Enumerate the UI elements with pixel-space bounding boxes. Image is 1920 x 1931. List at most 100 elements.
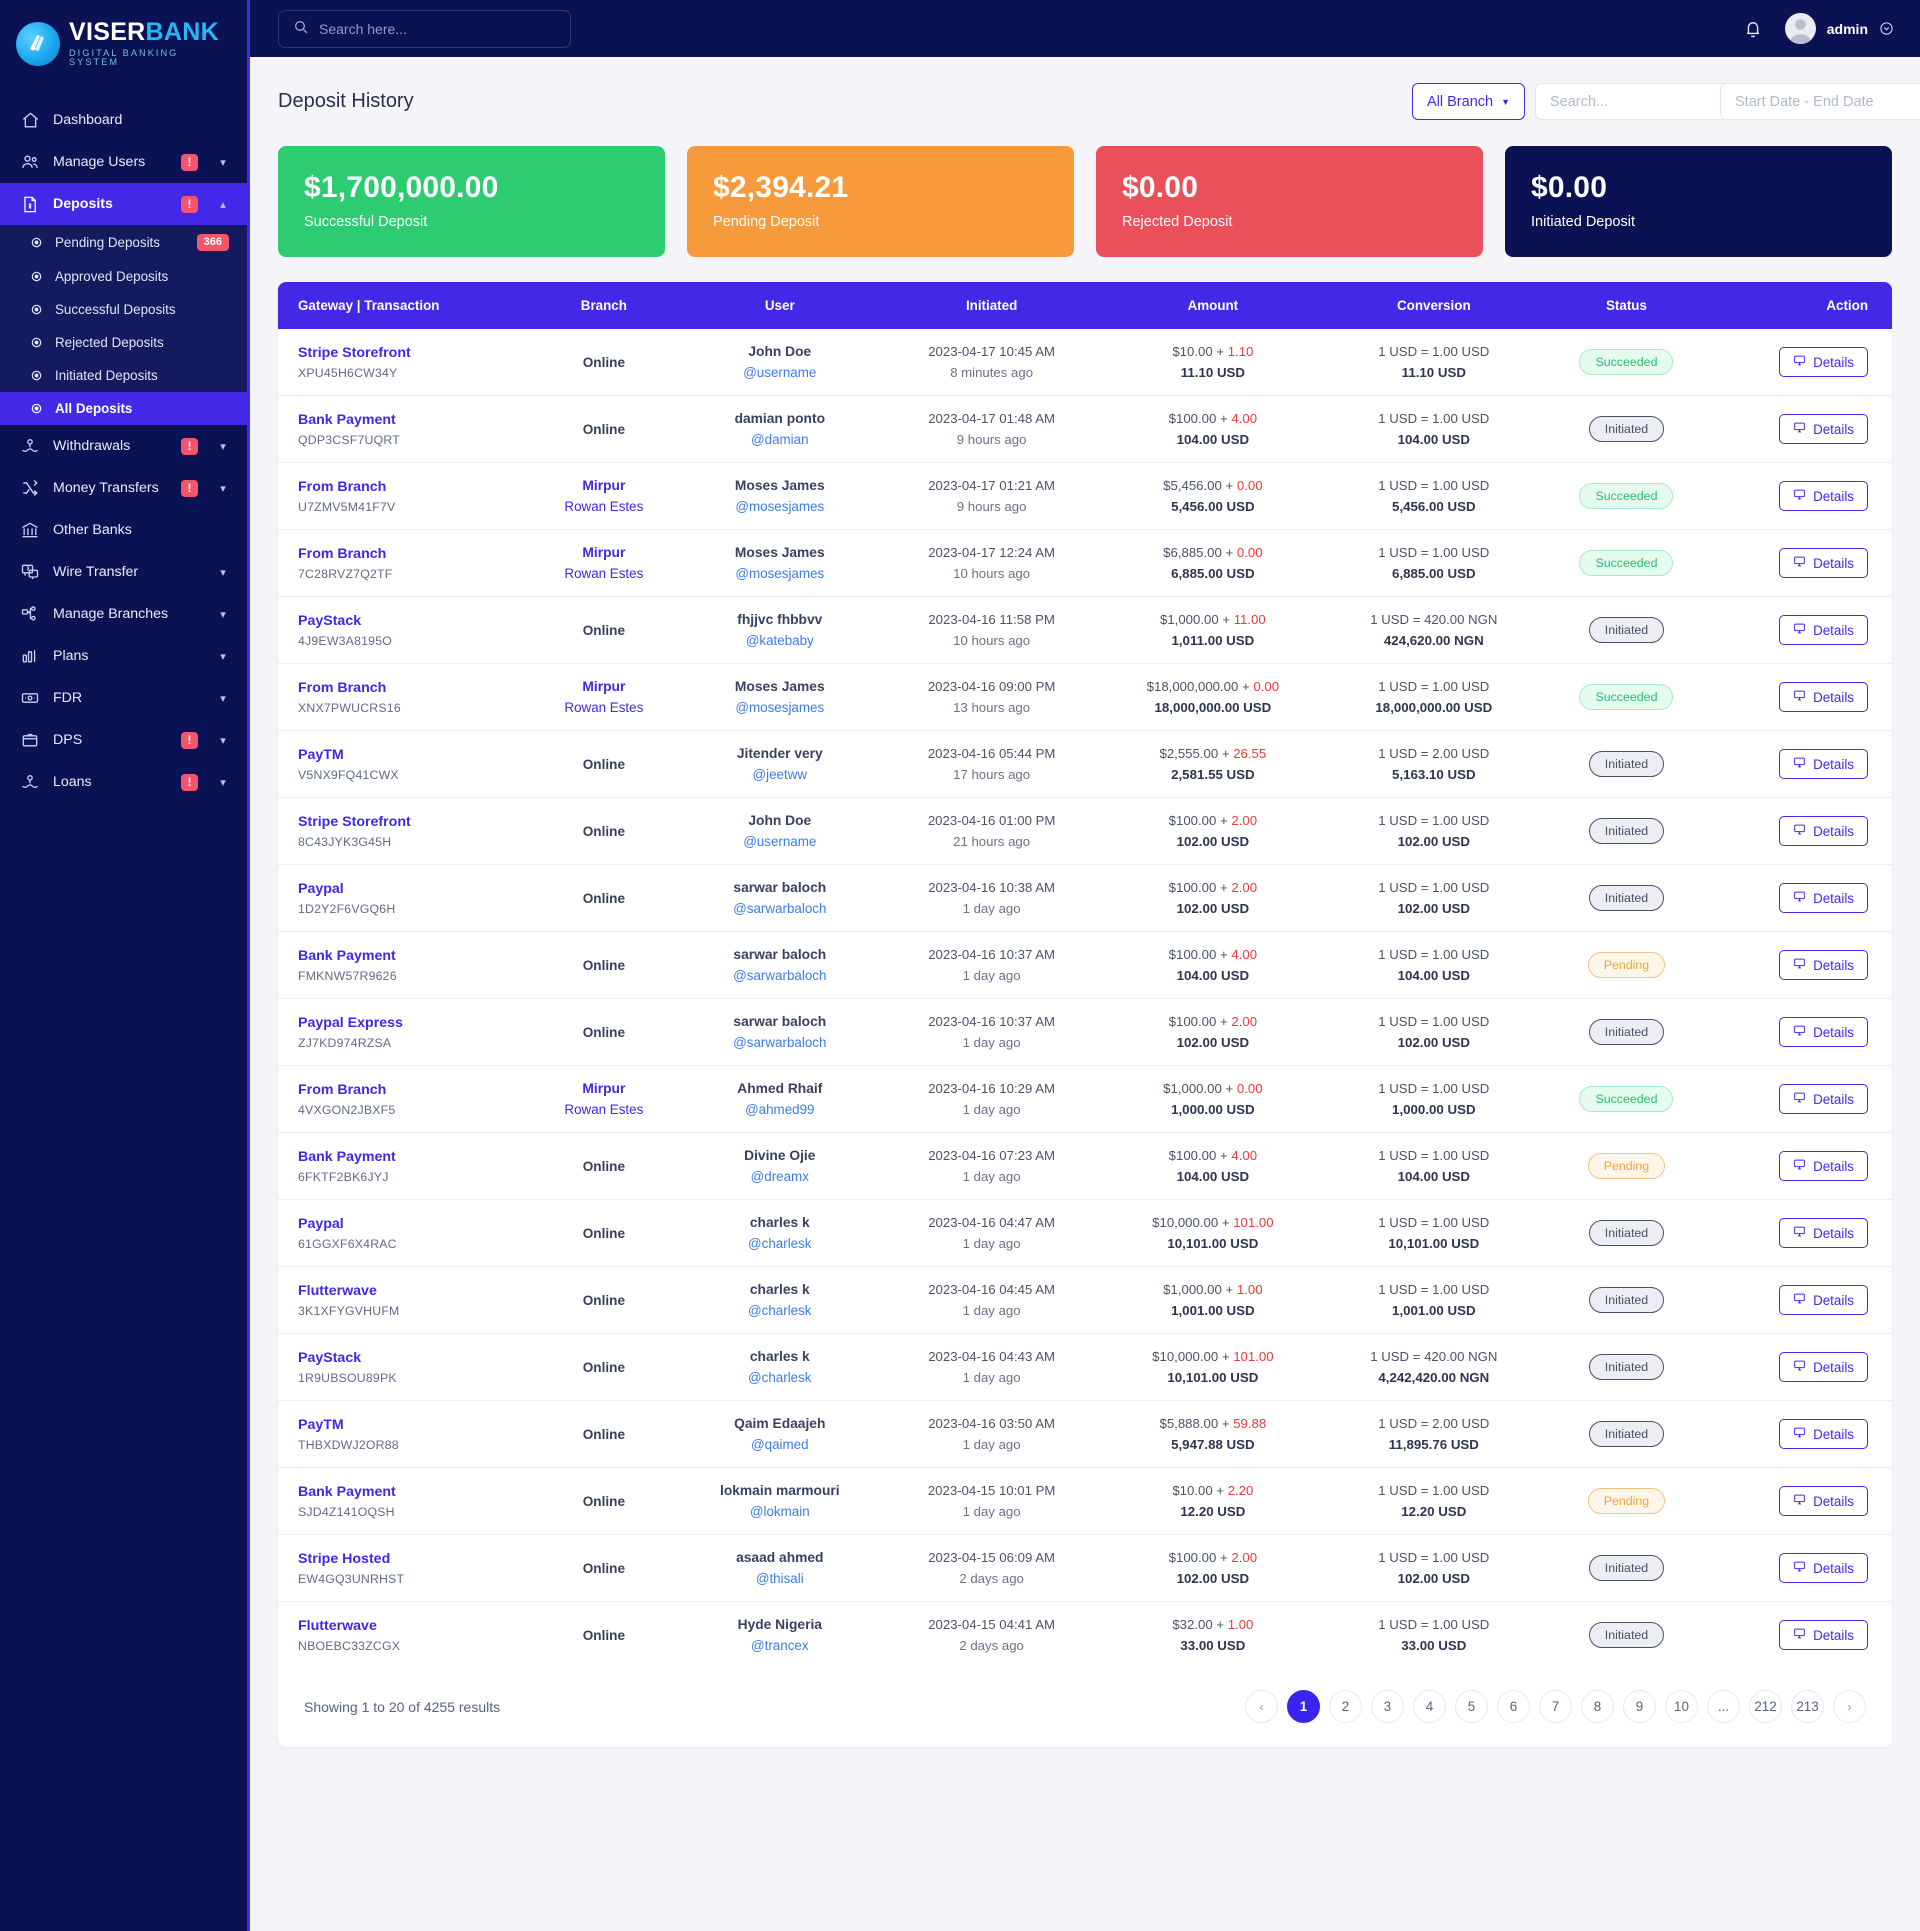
details-button[interactable]: Details [1779, 615, 1868, 645]
gateway-name[interactable]: Flutterwave [298, 1618, 521, 1634]
user-menu[interactable]: admin [1784, 13, 1894, 44]
pagination-page-5[interactable]: 5 [1455, 1690, 1488, 1723]
sidebar-item-other-banks[interactable]: Other Banks [0, 509, 247, 551]
pagination-prev[interactable]: ‹ [1245, 1690, 1278, 1723]
user-handle[interactable]: @thisali [687, 1571, 873, 1586]
details-button[interactable]: Details [1779, 1352, 1868, 1382]
pagination-page-212[interactable]: 212 [1749, 1690, 1782, 1723]
global-search-input[interactable] [319, 20, 556, 37]
notification-bell-icon[interactable] [1743, 19, 1763, 39]
pagination-page-9[interactable]: 9 [1623, 1690, 1656, 1723]
branch-name[interactable]: Mirpur [541, 679, 667, 694]
gateway-name[interactable]: Paypal [298, 881, 521, 897]
details-button[interactable]: Details [1779, 548, 1868, 578]
user-handle[interactable]: @username [687, 365, 873, 380]
pagination-next[interactable]: › [1833, 1690, 1866, 1723]
user-handle[interactable]: @username [687, 834, 873, 849]
pagination-page-8[interactable]: 8 [1581, 1690, 1614, 1723]
gateway-name[interactable]: Paypal Express [298, 1015, 521, 1031]
user-handle[interactable]: @charlesk [687, 1236, 873, 1251]
pagination-page-3[interactable]: 3 [1371, 1690, 1404, 1723]
user-handle[interactable]: @charlesk [687, 1370, 873, 1385]
gateway-name[interactable]: PayStack [298, 1350, 521, 1366]
branch-manager[interactable]: Rowan Estes [541, 1102, 667, 1117]
branch-filter-dropdown[interactable]: All Branch ▼ [1411, 83, 1525, 120]
gateway-name[interactable]: From Branch [298, 680, 521, 696]
branch-name[interactable]: Mirpur [541, 545, 667, 560]
user-handle[interactable]: @lokmain [687, 1504, 873, 1519]
pagination-page-10[interactable]: 10 [1665, 1690, 1698, 1723]
gateway-name[interactable]: From Branch [298, 546, 521, 562]
sidebar-item-withdrawals[interactable]: Withdrawals ! ▾ [0, 425, 247, 467]
search-input[interactable] [1535, 83, 1751, 120]
details-button[interactable]: Details [1779, 1285, 1868, 1315]
user-handle[interactable]: @mosesjames [687, 566, 873, 581]
date-range-input[interactable] [1720, 83, 1920, 120]
pagination-page-7[interactable]: 7 [1539, 1690, 1572, 1723]
details-button[interactable]: Details [1779, 1151, 1868, 1181]
gateway-name[interactable]: Paypal [298, 1216, 521, 1232]
details-button[interactable]: Details [1779, 1017, 1868, 1047]
gateway-name[interactable]: From Branch [298, 1082, 521, 1098]
details-button[interactable]: Details [1779, 481, 1868, 511]
sidebar-item-loans[interactable]: Loans ! ▾ [0, 761, 247, 803]
gateway-name[interactable]: Bank Payment [298, 412, 521, 428]
gateway-name[interactable]: Stripe Storefront [298, 814, 521, 830]
sidebar-item-fdr[interactable]: FDR ▾ [0, 677, 247, 719]
pagination-page-2[interactable]: 2 [1329, 1690, 1362, 1723]
user-handle[interactable]: @qaimed [687, 1437, 873, 1452]
pagination-page-1[interactable]: 1 [1287, 1690, 1320, 1723]
branch-manager[interactable]: Rowan Estes [541, 700, 667, 715]
user-handle[interactable]: @charlesk [687, 1303, 873, 1318]
details-button[interactable]: Details [1779, 1553, 1868, 1583]
pagination-page-213[interactable]: 213 [1791, 1690, 1824, 1723]
pagination-page-6[interactable]: 6 [1497, 1690, 1530, 1723]
gateway-name[interactable]: PayTM [298, 1417, 521, 1433]
user-handle[interactable]: @trancex [687, 1638, 873, 1653]
gateway-name[interactable]: Bank Payment [298, 1149, 521, 1165]
sidebar-item-rejected-deposits[interactable]: Rejected Deposits [0, 326, 247, 359]
sidebar-item-plans[interactable]: Plans ▾ [0, 635, 247, 677]
user-handle[interactable]: @damian [687, 432, 873, 447]
sidebar-item-pending-deposits[interactable]: Pending Deposits 366 [0, 225, 247, 260]
details-button[interactable]: Details [1779, 1218, 1868, 1248]
sidebar-item-money-transfers[interactable]: Money Transfers ! ▾ [0, 467, 247, 509]
user-handle[interactable]: @mosesjames [687, 700, 873, 715]
gateway-name[interactable]: Bank Payment [298, 1484, 521, 1500]
details-button[interactable]: Details [1779, 682, 1868, 712]
user-handle[interactable]: @ahmed99 [687, 1102, 873, 1117]
sidebar-item-initiated-deposits[interactable]: Initiated Deposits [0, 359, 247, 392]
sidebar-item-dashboard[interactable]: Dashboard [0, 99, 247, 141]
gateway-name[interactable]: Stripe Hosted [298, 1551, 521, 1567]
sidebar-item-approved-deposits[interactable]: Approved Deposits [0, 260, 247, 293]
sidebar-item-all-deposits[interactable]: All Deposits [0, 392, 247, 426]
sidebar-item-manage-branches[interactable]: Manage Branches ▾ [0, 593, 247, 635]
branch-manager[interactable]: Rowan Estes [541, 499, 667, 514]
sidebar-item-deposits[interactable]: Deposits ! ▴ [0, 183, 247, 226]
details-button[interactable]: Details [1779, 883, 1868, 913]
details-button[interactable]: Details [1779, 1419, 1868, 1449]
user-handle[interactable]: @mosesjames [687, 499, 873, 514]
branch-name[interactable]: Mirpur [541, 1081, 667, 1096]
gateway-name[interactable]: Bank Payment [298, 948, 521, 964]
brand-logo-block[interactable]: VISERBANK DIGITAL BANKING SYSTEM [0, 0, 247, 93]
details-button[interactable]: Details [1779, 414, 1868, 444]
gateway-name[interactable]: Flutterwave [298, 1283, 521, 1299]
branch-name[interactable]: Mirpur [541, 478, 667, 493]
branch-manager[interactable]: Rowan Estes [541, 566, 667, 581]
details-button[interactable]: Details [1779, 950, 1868, 980]
sidebar-item-manage-users[interactable]: Manage Users ! ▾ [0, 141, 247, 183]
user-handle[interactable]: @katebaby [687, 633, 873, 648]
user-handle[interactable]: @sarwarbaloch [687, 1035, 873, 1050]
sidebar-item-successful-deposits[interactable]: Successful Deposits [0, 293, 247, 326]
details-button[interactable]: Details [1779, 816, 1868, 846]
user-handle[interactable]: @dreamx [687, 1169, 873, 1184]
details-button[interactable]: Details [1779, 347, 1868, 377]
sidebar-item-dps[interactable]: DPS ! ▾ [0, 719, 247, 761]
user-handle[interactable]: @sarwarbaloch [687, 901, 873, 916]
gateway-name[interactable]: PayTM [298, 747, 521, 763]
sidebar-item-wire-transfer[interactable]: Wire Transfer ▾ [0, 551, 247, 593]
pagination-page-...[interactable]: ... [1707, 1690, 1740, 1723]
details-button[interactable]: Details [1779, 1486, 1868, 1516]
user-handle[interactable]: @jeetww [687, 767, 873, 782]
